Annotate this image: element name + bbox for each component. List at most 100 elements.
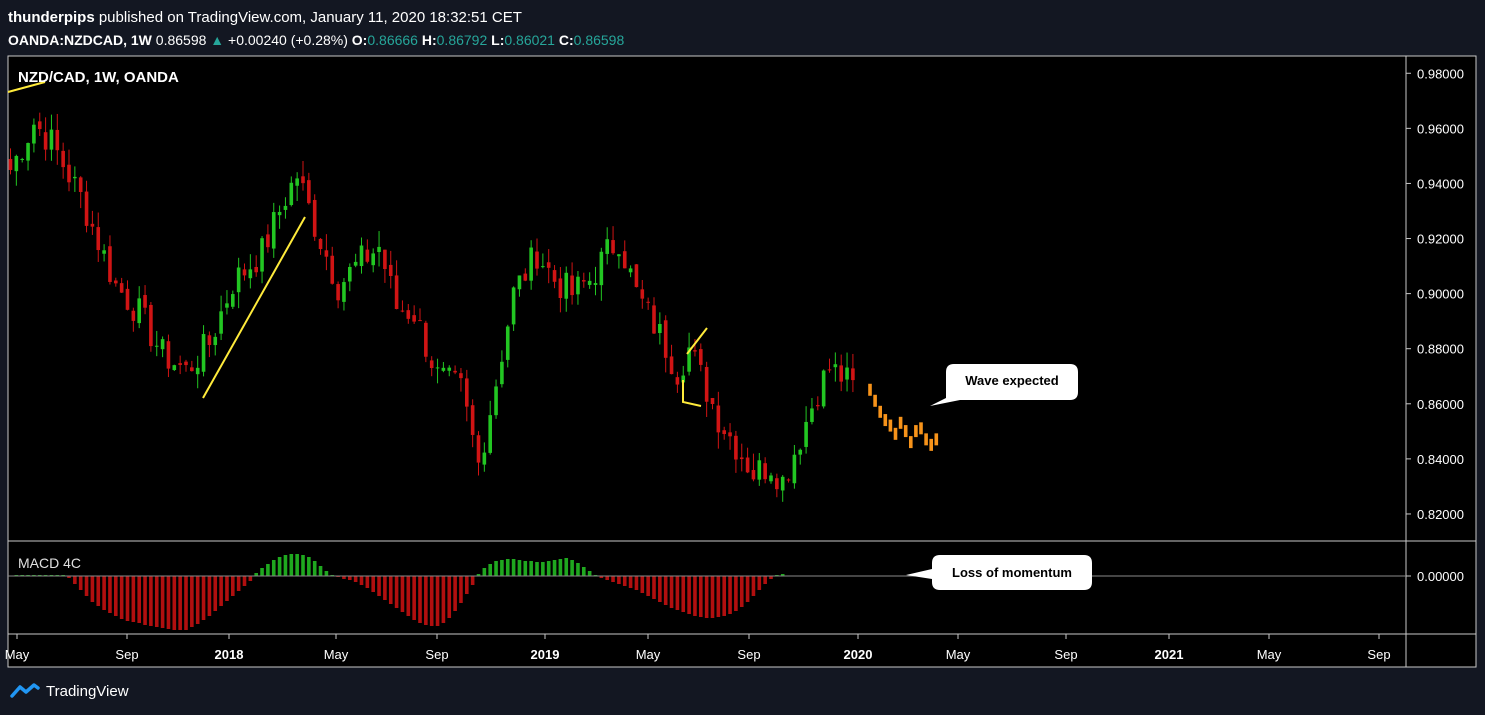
candle-body [541, 266, 545, 268]
candle-body [582, 280, 586, 282]
candle-body [318, 238, 323, 250]
macd-bar [114, 576, 118, 616]
macd-bar [154, 576, 159, 627]
macd-bar [383, 576, 387, 600]
macd-bar [400, 576, 405, 612]
macd-bar [371, 576, 375, 592]
macd-bar [283, 555, 288, 576]
macd-bar [73, 576, 77, 584]
candle-body [26, 143, 30, 161]
macd-bar [219, 576, 223, 606]
candle-body [365, 249, 370, 262]
candle-body [190, 367, 194, 372]
candle-body [78, 177, 83, 193]
macd-bar [663, 576, 668, 605]
candle-body [833, 364, 838, 368]
candle-body [67, 164, 71, 183]
candle-body [634, 264, 639, 288]
macd-bar [289, 554, 294, 576]
macd-bar [166, 576, 171, 629]
candle-body [20, 158, 24, 160]
projection-bar [883, 414, 888, 427]
macd-bar [646, 576, 650, 596]
candle-body [394, 275, 399, 310]
chart-canvas[interactable]: 0.98000 0.96000 0.94000 0.92000 0.90000 0.880… [0, 0, 1485, 680]
candle-body [55, 129, 60, 151]
price-tick-label: 0.98000 [1417, 66, 1464, 81]
macd-bar [716, 576, 721, 617]
macd-bar [751, 576, 756, 596]
macd-bar [622, 576, 627, 586]
candle-body [558, 278, 563, 299]
candle-body [505, 326, 510, 360]
macd-bar [757, 576, 762, 590]
candle-body [143, 295, 147, 308]
macd-bar [447, 576, 452, 618]
candle-body [160, 339, 165, 350]
candle-body [804, 421, 808, 447]
macd-bar [634, 576, 639, 590]
projection-bar [929, 438, 933, 451]
macd-bar [617, 576, 621, 584]
macd-bar [704, 576, 709, 618]
brand-name[interactable]: TradingView [46, 683, 129, 700]
candle-body [49, 129, 54, 150]
macd-bar [172, 576, 177, 630]
macd-bar [435, 576, 440, 626]
macd-bar [348, 576, 352, 580]
candle-body [73, 176, 77, 179]
candle-body [827, 369, 832, 371]
candle-body [699, 349, 703, 365]
macd-bar [424, 576, 428, 625]
macd-bar [90, 576, 95, 602]
macd-bar [459, 576, 463, 603]
candle-body [757, 460, 762, 480]
candle-body [669, 356, 674, 375]
candle-body [470, 405, 475, 435]
candle-body [599, 251, 604, 286]
macd-bar [353, 576, 358, 582]
candle-body [710, 398, 715, 404]
candle-body [810, 408, 814, 422]
tradingview-logo-icon[interactable] [10, 682, 40, 700]
macd-bar [745, 576, 750, 602]
macd-bar [84, 576, 89, 596]
macd-bar [266, 564, 270, 576]
price-tick-label: 0.92000 [1417, 232, 1464, 247]
loss-momentum-callout[interactable]: Loss of momentum [906, 555, 1092, 590]
time-tick-label: May [5, 647, 30, 662]
macd-bar [78, 576, 83, 590]
macd-bar [318, 566, 323, 576]
macd-bar [301, 555, 305, 576]
candle-body [388, 264, 393, 277]
candle-body [131, 310, 136, 321]
candle-body [728, 432, 732, 437]
candle-body [108, 246, 112, 282]
time-tick-label: Sep [1054, 647, 1077, 662]
wave-expected-callout[interactable]: Wave expected [930, 364, 1078, 406]
candle-body [617, 254, 621, 257]
price-tick-label: 0.84000 [1417, 452, 1464, 467]
candle-body [307, 180, 311, 204]
macd-bar [271, 560, 276, 576]
candle-body [295, 178, 299, 186]
macd-bar [570, 560, 574, 576]
macd-bar [587, 571, 592, 576]
candle-body [546, 262, 551, 268]
candle-body [37, 121, 42, 130]
candle-body [658, 324, 662, 334]
candle-body [61, 150, 65, 168]
candle-body [704, 366, 709, 402]
macd-bar [453, 576, 457, 611]
candle-body [301, 176, 305, 184]
macd-bar [406, 576, 411, 616]
macd-bar [260, 568, 264, 576]
callout-text-wave: Wave expected [965, 373, 1059, 388]
macd-bar [102, 576, 106, 610]
macd-bar [693, 576, 697, 616]
candle-body [739, 457, 744, 460]
macd-bar [505, 559, 510, 576]
macd-bar [96, 576, 101, 606]
macd-bar [541, 562, 545, 576]
candle-body [722, 430, 726, 435]
